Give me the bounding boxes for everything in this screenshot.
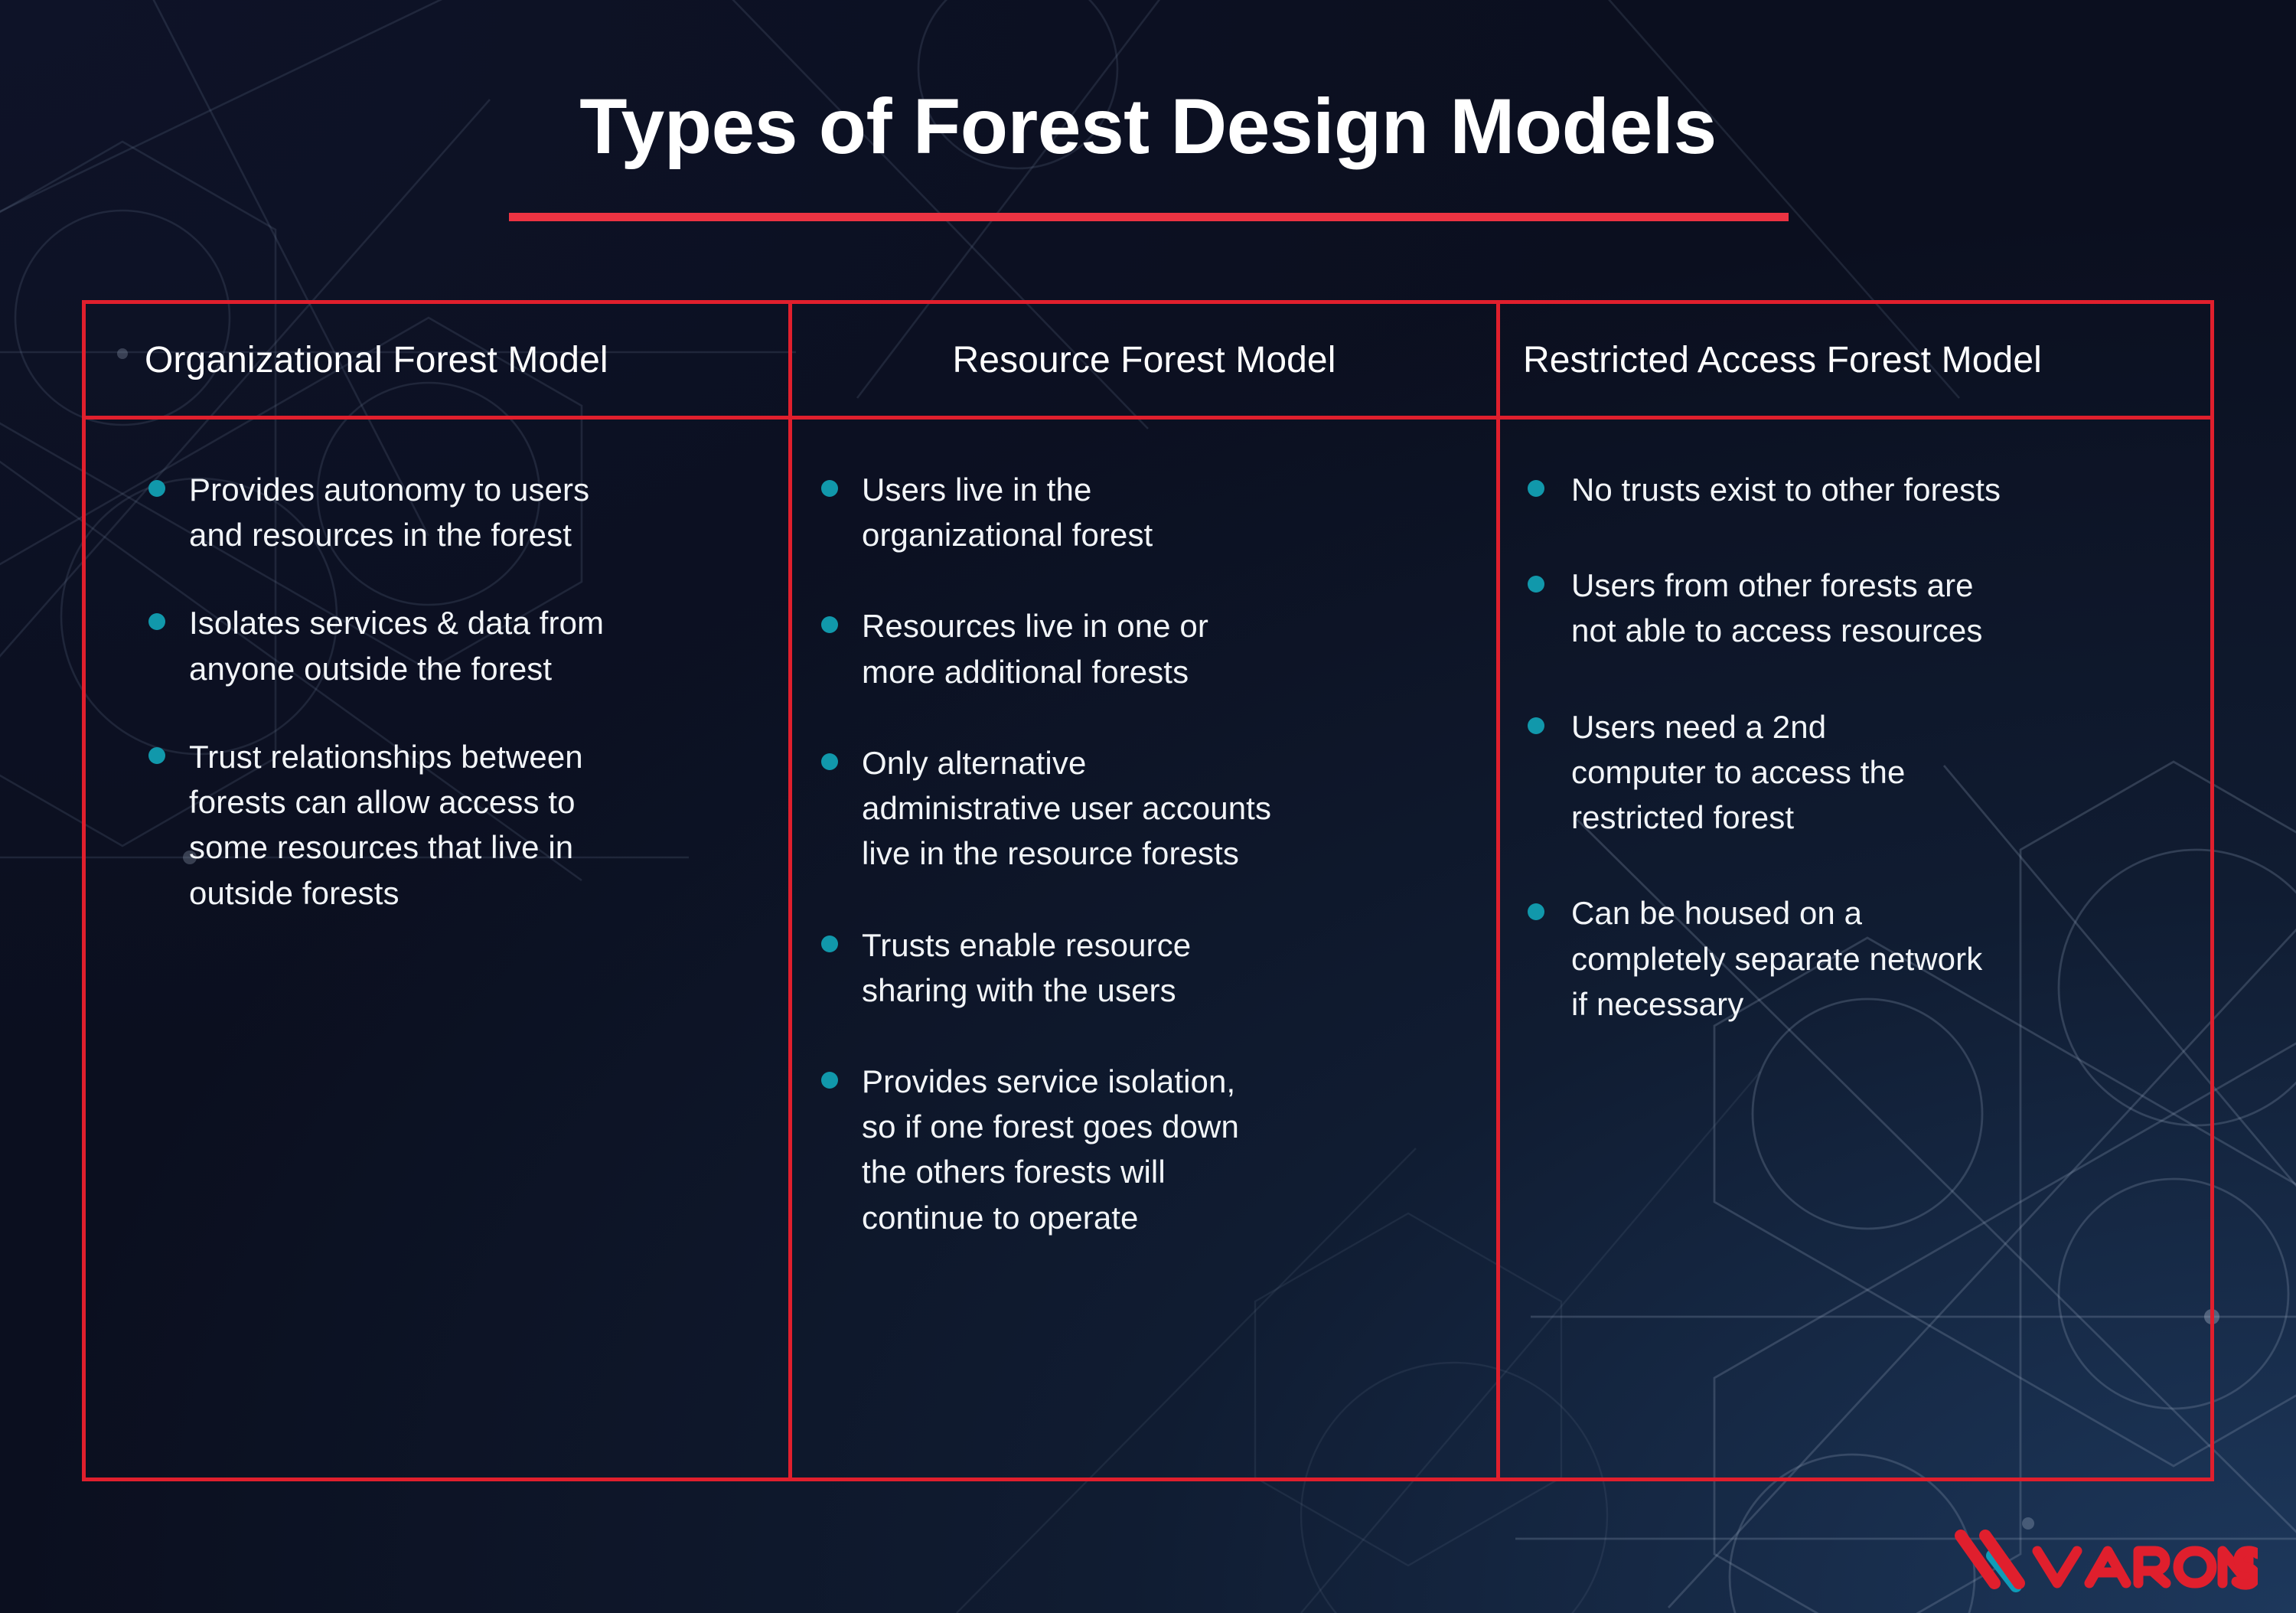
table-cell-restricted: No trusts exist to other forests Users f… [1500,420,2210,1477]
list-item: Users need a 2nd computer to access the … [1528,704,2192,841]
list-item-text: Users from other forests are not able to… [1571,567,1983,649]
bullet-dot-icon [148,480,165,497]
varonis-wordmark [2032,1546,2258,1590]
list-item: Provides service isolation, so if one fo… [821,1059,1478,1240]
column-header-label: Resource Forest Model [952,339,1336,380]
list-item: Users from other forests are not able to… [1528,563,2192,653]
bullet-list-restricted: No trusts exist to other forests Users f… [1528,467,2192,1027]
list-item-text: Provides autonomy to users and resources… [189,472,590,553]
bullet-dot-icon [821,616,838,634]
list-item-text: Provides service isolation, so if one fo… [862,1063,1239,1236]
list-item-text: Isolates services & data from anyone out… [189,605,605,687]
table-header-cell-restricted: Restricted Access Forest Model [1500,304,2210,416]
table-body-row: Provides autonomy to users and resources… [86,420,2210,1477]
column-header-label: Organizational Forest Model [145,339,608,380]
list-item: Can be housed on a completely separate n… [1528,890,2192,1027]
list-item: Only alternative administrative user acc… [821,740,1478,877]
varonis-logo [1955,1530,2258,1592]
list-item: No trusts exist to other forests [1528,467,2192,512]
bullet-list-organizational: Provides autonomy to users and resources… [148,467,765,916]
list-item-text: Users need a 2nd computer to access the … [1571,708,1906,836]
bullet-list-resource: Users live in the organizational forest … [821,467,1478,1240]
bullet-dot-icon [1528,903,1544,921]
page-title: Types of Forest Design Models [579,83,1717,170]
bullet-dot-icon [1528,576,1544,593]
list-item-text: No trusts exist to other forests [1571,472,2001,508]
list-item: Users live in the organizational forest [821,467,1478,557]
table-header-row: Organizational Forest Model Resource For… [86,304,2210,420]
list-item: Trusts enable resource sharing with the … [821,922,1478,1013]
list-item: Trust relationships between forests can … [148,734,765,916]
column-header-label: Restricted Access Forest Model [1523,339,2042,380]
bullet-dot-icon [821,1071,838,1089]
list-item-text: Trust relationships between forests can … [189,738,583,911]
table-cell-organizational: Provides autonomy to users and resources… [86,420,788,1477]
table-cell-resource: Users live in the organizational forest … [788,420,1500,1477]
list-item-text: Can be housed on a completely separate n… [1571,895,1983,1022]
list-item-text: Resources live in one or more additional… [862,608,1208,690]
bullet-dot-icon [148,613,165,631]
bullet-dot-icon [1528,717,1544,734]
bullet-dot-icon [148,746,165,764]
bullet-dot-icon [821,935,838,952]
table-header-cell-resource: Resource Forest Model [788,304,1500,416]
bullet-dot-icon [1528,480,1544,497]
bullet-dot-icon [821,480,838,497]
slide-canvas: Types of Forest Design Models Organizati… [0,0,2296,1613]
varonis-mark-icon [1955,1530,2025,1592]
bullet-dot-icon [821,753,838,770]
title-block: Types of Forest Design Models [0,83,2296,170]
table-header-cell-organizational: Organizational Forest Model [86,304,788,416]
forest-models-table: Organizational Forest Model Resource For… [82,300,2214,1481]
list-item-text: Only alternative administrative user acc… [862,744,1272,872]
list-item-text: Users live in the organizational forest [862,472,1153,553]
list-item: Isolates services & data from anyone out… [148,600,765,691]
list-item-text: Trusts enable resource sharing with the … [862,926,1192,1008]
title-underline-rule [509,213,1789,221]
list-item: Resources live in one or more additional… [821,603,1478,694]
list-item: Provides autonomy to users and resources… [148,467,765,557]
